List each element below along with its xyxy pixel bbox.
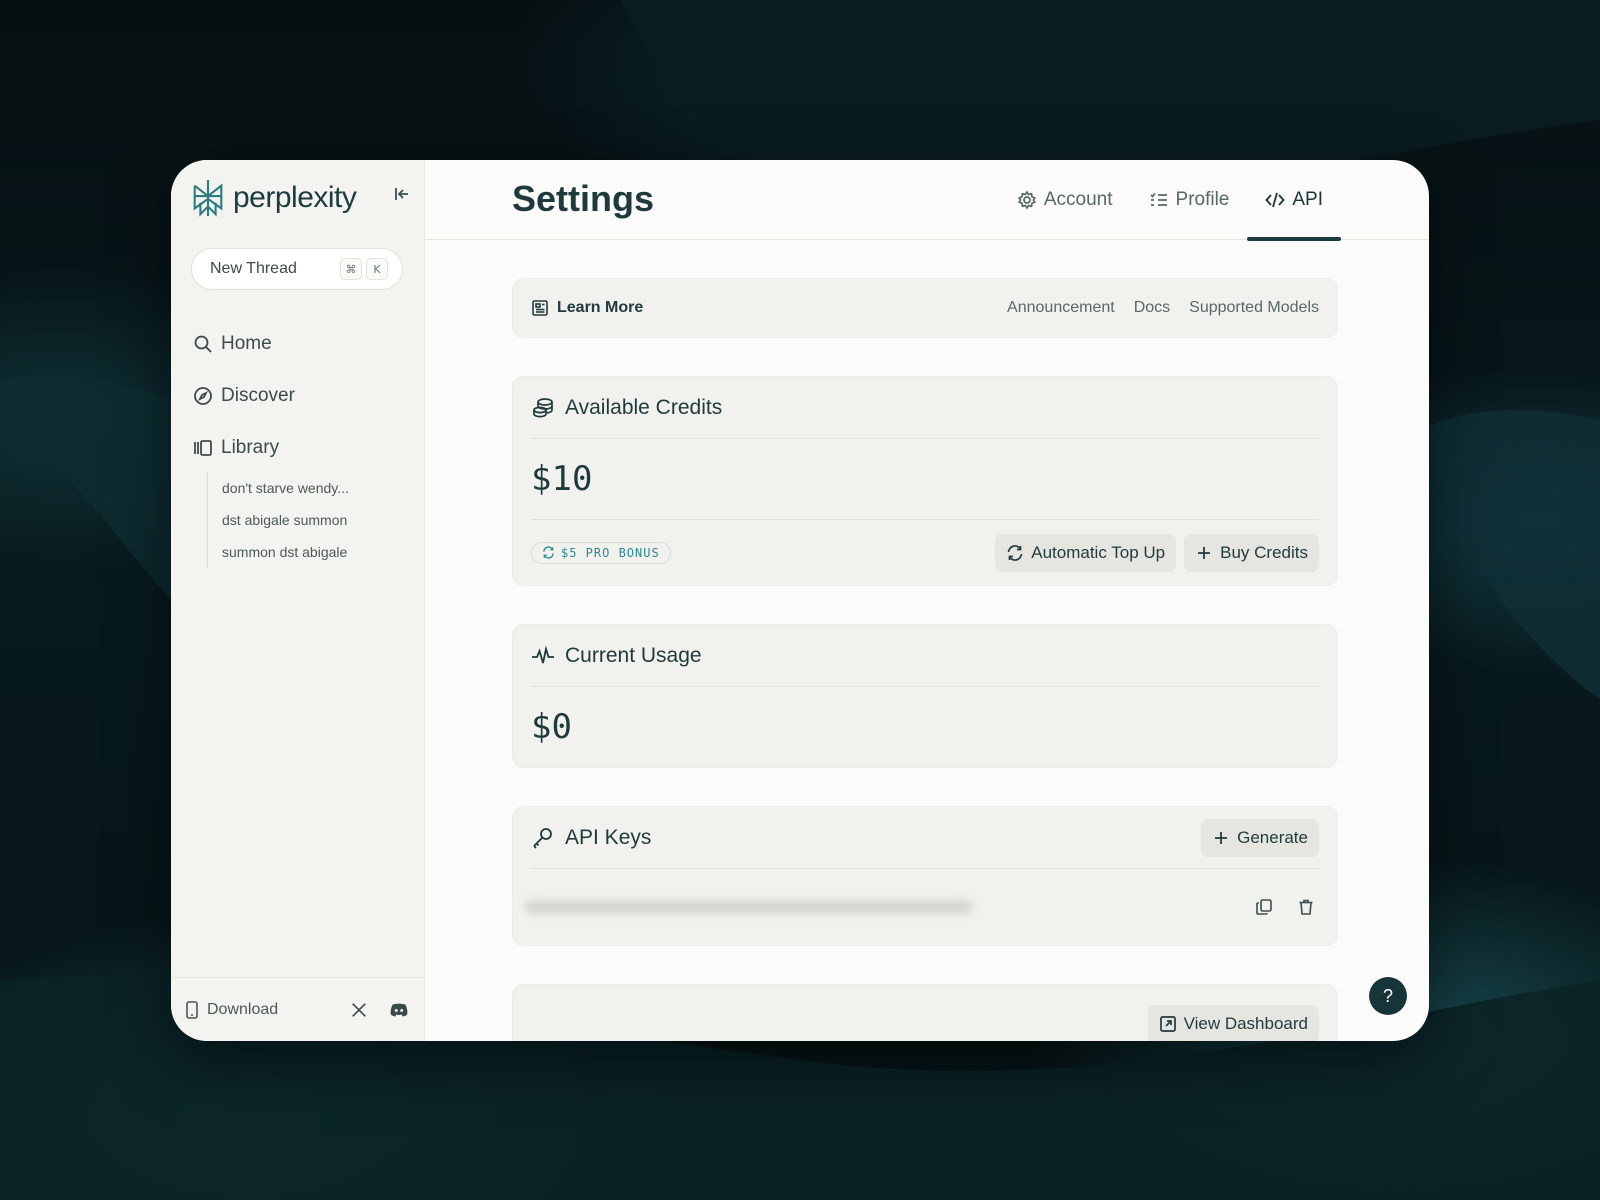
download-button[interactable]: Download [185,1001,330,1019]
copy-key-button[interactable] [1251,894,1277,920]
available-credits-card: Available Credits $10 $5 PRO BONUS Autom… [512,376,1338,586]
download-label: Download [207,1000,279,1018]
sidebar-footer: Download [171,977,424,1041]
new-thread-button[interactable]: New Thread ⌘ K [191,248,403,290]
credits-actions: $5 PRO BONUS Automatic Top Up Buy Credit… [531,519,1319,585]
announcement-link[interactable]: Announcement [1007,299,1115,317]
tab-account[interactable]: Account [999,160,1131,240]
app-window: perplexity New Thread ⌘ K Home Discover … [171,160,1429,1041]
settings-tabs: Account Profile API [999,160,1341,241]
shortcut-key-k: K [366,258,388,280]
list-icon [1149,192,1167,206]
x-twitter-link[interactable] [348,999,370,1021]
tab-api[interactable]: API [1247,160,1341,241]
plus-icon [1215,831,1228,844]
refresh-icon [1007,544,1023,561]
refresh-icon [543,546,554,559]
x-logo-icon [352,1002,366,1017]
sidebar-item-discover[interactable]: Discover [193,370,295,422]
settings-main: Settings Account Profile API Learn More … [425,160,1429,1041]
usage-title: Current Usage [565,643,702,667]
buy-credits-button[interactable]: Buy Credits [1184,533,1319,572]
learn-more-label: Learn More [557,299,644,316]
current-usage-card: Current Usage $0 [512,624,1338,768]
help-button[interactable]: ? [1369,977,1407,1015]
search-icon [194,335,212,353]
key-icon [533,827,552,849]
generate-label: Generate [1237,827,1308,847]
activity-icon [532,644,554,663]
view-dashboard-label: View Dashboard [1183,1014,1308,1033]
api-key-row [525,869,1319,945]
library-thread-item[interactable]: dst abigale summon [222,504,349,536]
usage-amount: $0 [531,707,572,747]
credits-header: Available Credits [531,377,1319,439]
discord-icon [390,1003,408,1016]
new-thread-label: New Thread [210,260,297,277]
plus-icon [1198,546,1211,559]
buy-credits-label: Buy Credits [1220,542,1308,562]
tab-label: Account [1043,189,1113,210]
api-keys-header: API Keys Generate [531,807,1319,869]
supported-models-link[interactable]: Supported Models [1189,299,1319,317]
generate-key-button[interactable]: Generate [1201,818,1319,857]
api-keys-title: API Keys [565,825,652,849]
library-thread-item[interactable]: don't starve wendy... [222,472,349,504]
sidebar-item-home[interactable]: Home [193,318,295,370]
learn-more-card: Learn More Announcement Docs Supported M… [512,278,1338,338]
view-dashboard-button[interactable]: View Dashboard [1147,1005,1319,1041]
library-thread-item[interactable]: summon dst abigale [222,536,349,568]
learn-more: Learn More [531,299,1007,317]
coins-icon [533,397,553,417]
trash-icon [1299,899,1313,915]
sidebar-item-label: Library [221,437,280,458]
copy-icon [1256,899,1272,915]
tab-label: Profile [1175,189,1230,210]
code-icon [1265,192,1286,208]
dashboard-card: View Dashboard [512,984,1338,1041]
phone-icon [186,1000,198,1019]
perplexity-logo-icon [193,179,223,217]
settings-header: Settings Account Profile API [425,160,1429,241]
delete-key-button[interactable] [1293,894,1319,920]
sidebar-nav: Home Discover Library [193,318,295,474]
discord-link[interactable] [388,999,410,1021]
library-icon [194,440,212,456]
sidebar: perplexity New Thread ⌘ K Home Discover … [171,160,425,1041]
usage-header: Current Usage [531,625,1319,687]
brand[interactable]: perplexity [189,178,357,218]
gear-icon [1017,190,1036,210]
credits-title: Available Credits [565,395,723,419]
redacted-api-key [525,900,973,914]
api-settings-content: Learn More Announcement Docs Supported M… [512,278,1338,1041]
automatic-top-up-label: Automatic Top Up [1031,542,1166,562]
shortcut-key-cmd: ⌘ [340,258,362,280]
external-link-icon [1159,1016,1176,1032]
collapse-icon [395,188,408,200]
tab-label: API [1292,189,1323,210]
pro-bonus-badge: $5 PRO BONUS [531,541,671,564]
compass-icon [194,387,212,405]
library-thread-list: don't starve wendy... dst abigale summon… [207,472,349,568]
credits-amount: $10 [531,459,593,499]
sidebar-item-label: Home [221,333,272,354]
brand-name: perplexity [233,181,357,214]
page-title: Settings [512,178,655,219]
learn-more-links: Announcement Docs Supported Models [1007,299,1319,317]
pro-bonus-label: $5 PRO BONUS [561,545,660,560]
sidebar-item-library[interactable]: Library [193,422,295,474]
api-keys-card: API Keys Generate [512,806,1338,946]
newspaper-icon [532,300,548,316]
collapse-sidebar-button[interactable] [392,184,412,209]
tab-profile[interactable]: Profile [1131,160,1248,240]
sidebar-item-label: Discover [221,385,295,406]
docs-link[interactable]: Docs [1134,299,1170,317]
automatic-top-up-button[interactable]: Automatic Top Up [995,533,1177,572]
